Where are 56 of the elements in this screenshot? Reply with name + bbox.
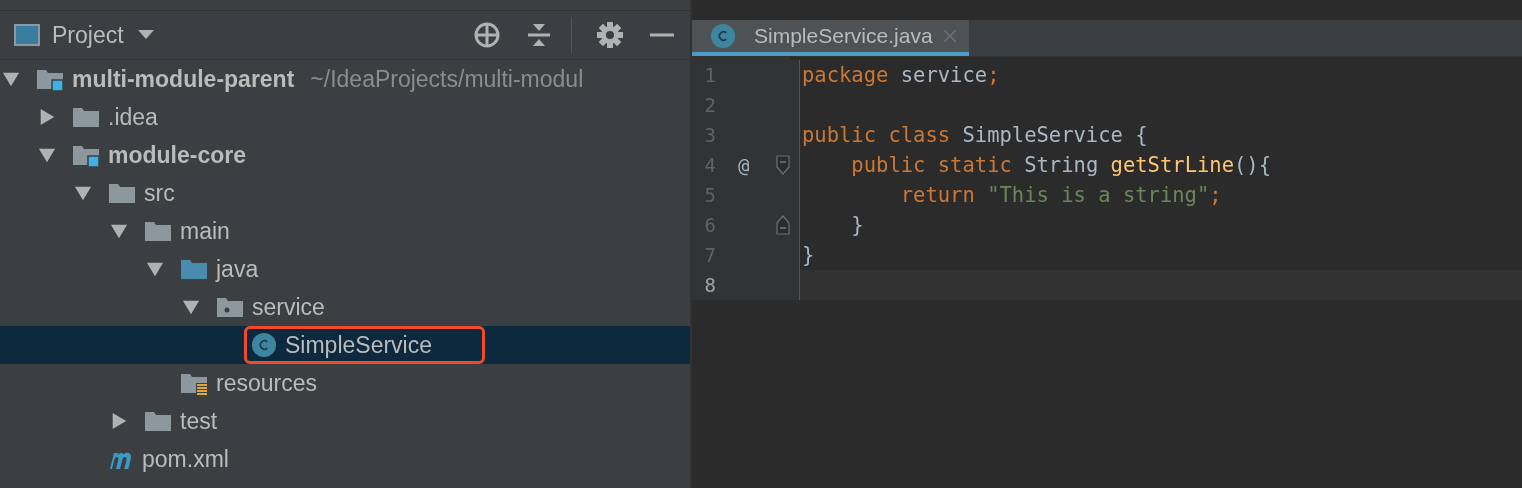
module-folder-icon [36,67,64,91]
tree-item[interactable]: module-core [0,136,690,174]
crosshair-icon[interactable] [473,21,501,49]
code-line: return "This is a string"; [899,183,1222,207]
tree-item-label: java [216,255,259,283]
tree-item[interactable]: java [0,250,690,288]
dropdown-caret-icon[interactable] [137,30,154,40]
code-line: public static String getStrLine(){ [850,153,1272,177]
expand-arrow-icon[interactable] [182,298,200,316]
tree-item[interactable]: resources [0,364,690,402]
folder-icon [144,219,172,243]
tree-item-label: test [180,407,218,435]
expand-arrow-icon[interactable] [74,184,92,202]
tree-item[interactable]: main [0,212,690,250]
tree-item-label: .idea [108,103,158,131]
resources-folder-icon [180,371,208,395]
folder-icon [144,409,172,433]
code-line: } [850,213,864,237]
class-icon [251,332,277,358]
code-line: } [802,243,815,267]
expand-arrow-icon[interactable] [2,70,20,88]
tree-item-label: resources [216,369,317,397]
tree-item[interactable]: src [0,174,690,212]
tree-item[interactable]: multi-module-parent ~/IdeaProjects/multi-modul [0,60,690,98]
expand-arrow-icon[interactable] [38,146,56,164]
module-folder-icon [72,143,100,167]
folder-icon [72,105,100,129]
package-folder-icon [216,295,244,319]
folder-icon [180,257,208,281]
tree-item-label: service [252,293,325,321]
collapse-arrow-icon[interactable] [110,412,128,430]
tree-item-label: module-core [108,141,247,169]
line-number: 8 [703,274,716,296]
tree-item-label: main [180,217,230,245]
folder-icon [108,181,136,205]
editor-tab[interactable]: SimpleService.java [692,20,969,56]
code-line: package service; [802,63,1000,87]
panel-title[interactable]: Project [52,21,124,49]
gutter-marker[interactable]: @ [738,154,768,176]
project-window-icon [14,24,40,46]
expand-arrow-icon[interactable] [146,260,164,278]
code-line: public class SimpleService { [802,123,1148,147]
collapse-arrow-icon[interactable] [38,108,56,126]
tree-item-label: src [144,179,175,207]
tree-item[interactable]: pom.xml [0,440,690,478]
tree-item-label: pom.xml [142,445,229,473]
tree-item[interactable]: service [0,288,690,326]
tree-item[interactable]: test [0,402,690,440]
expand-arrow-icon[interactable] [110,222,128,240]
tree-item-label: SimpleService [285,331,432,359]
collapse-all-icon[interactable] [525,21,553,49]
tree-item-label: multi-module-parent [72,65,295,93]
tree-item[interactable]: SimpleService [0,326,690,364]
project-path: ~/IdeaProjects/multi-modul [310,65,584,93]
tree-item[interactable]: .idea [0,98,690,136]
class-icon [710,23,736,49]
